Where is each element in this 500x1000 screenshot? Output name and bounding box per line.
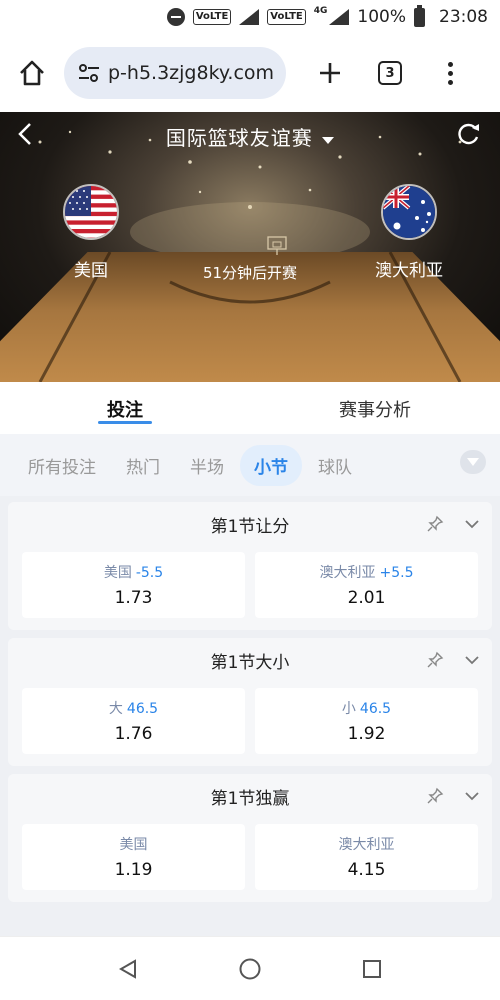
signal-icon-2 [329,9,350,25]
market-card: 第1节独赢 美国 1.19 澳大利亚 4.15 [8,774,492,902]
tab-bets[interactable]: 投注 [0,382,250,434]
option-odds: 1.73 [114,588,153,608]
volte-badge-2: VoLTE [267,9,306,25]
option-name: 小 [341,701,356,717]
option-odds: 4.15 [347,860,386,880]
nav-home-button[interactable] [237,956,263,982]
option-odds: 1.76 [114,724,153,744]
more-vert-icon[interactable] [420,34,480,112]
home-button[interactable] [0,34,64,112]
main-tabs: 投注 赛事分析 [0,382,500,434]
usa-flag-icon [63,184,119,240]
bet-option[interactable]: 美国 1.19 [22,824,245,890]
filter-all-bets[interactable]: 所有投注 [14,445,110,486]
bet-option[interactable]: 澳大利亚 4.15 [255,824,478,890]
expand-filters-button[interactable] [460,450,486,474]
option-name: 大 [108,701,123,717]
match-title-dropdown[interactable]: 国际篮球友谊赛 [0,122,500,151]
status-bar: VoLTE VoLTE 4G 100% 23:08 [0,0,500,34]
home-icon [20,60,44,86]
option-odds: 1.92 [347,724,386,744]
option-line: 46.5 [359,701,392,717]
chevron-down-icon[interactable] [464,516,480,532]
browser-toolbar: p-h5.3zjg8ky.com 3 [0,34,500,112]
square-recents-icon [363,959,381,978]
chevron-down-icon[interactable] [464,652,480,668]
filter-popular[interactable]: 热门 [112,445,174,486]
refresh-button[interactable] [454,120,482,148]
market-options: 大 46.5 1.76 小 46.5 1.92 [8,682,492,766]
australia-flag-icon [381,184,437,240]
bet-option[interactable]: 大 46.5 1.76 [22,688,245,754]
option-line: +5.5 [379,565,414,581]
battery-percent: 100% [357,7,406,27]
signal-icon [239,9,260,25]
tab-match-analysis[interactable]: 赛事分析 [250,382,500,434]
filter-quarter[interactable]: 小节 [240,444,302,486]
refresh-icon [458,123,479,145]
filter-team[interactable]: 球队 [304,445,366,486]
bet-option[interactable]: 美国 -5.5 1.73 [22,552,245,618]
caret-down-icon [322,136,335,144]
nav-recents-button[interactable] [359,956,385,982]
option-odds: 1.19 [114,860,153,880]
clock: 23:08 [439,7,488,27]
triangle-back-icon [118,958,136,979]
markets-list: 第1节让分 美国-5.5 1.73 澳大利亚+5.5 2.01 第1节大小 [0,496,500,936]
market-options: 美国 -5.5 1.73 澳大利亚 +5.5 2.01 [8,546,492,630]
pin-icon[interactable] [426,515,444,533]
match-hero: 国际篮球友谊赛 美国 51分钟后开赛 澳大利亚 [0,112,500,382]
tab-switcher-button[interactable]: 3 [360,34,420,112]
chevron-down-icon[interactable] [464,788,480,804]
new-tab-button[interactable] [300,34,360,112]
away-team: 澳大利亚 [354,184,464,281]
match-title: 国际篮球友谊赛 [165,126,313,150]
option-name: 澳大利亚 [338,837,395,853]
pin-icon[interactable] [426,787,444,805]
market-title: 第1节独赢 [210,788,290,809]
market-filters: 所有投注 热门 半场 小节 球队 [0,434,500,496]
market-header[interactable]: 第1节大小 [8,638,492,682]
pin-icon[interactable] [426,651,444,669]
url-bar[interactable]: p-h5.3zjg8ky.com [64,47,286,99]
filter-half[interactable]: 半场 [176,445,238,486]
nav-back-button[interactable] [115,956,141,982]
volte-badge: VoLTE [192,9,232,25]
tabs-icon: 3 [378,61,402,85]
battery-icon [414,4,425,27]
market-header[interactable]: 第1节独赢 [8,774,492,818]
market-options: 美国 1.19 澳大利亚 4.15 [8,818,492,902]
option-line: 46.5 [126,701,159,717]
market-header[interactable]: 第1节让分 [8,502,492,546]
option-name: 美国 [119,837,148,853]
circle-home-icon [239,958,261,979]
market-title: 第1节让分 [210,516,290,537]
option-name: 澳大利亚 [319,565,376,581]
basketball-hoop-icon [267,236,287,255]
option-odds: 2.01 [347,588,386,608]
market-card: 第1节让分 美国 -5.5 1.73 澳大利亚 +5.5 2.01 [8,502,492,630]
option-name: 美国 [103,565,132,581]
plus-icon [320,63,340,83]
system-nav-bar [0,936,500,1000]
chevron-down-icon [467,458,479,466]
market-title: 第1节大小 [210,652,290,673]
url-text[interactable]: p-h5.3zjg8ky.com [108,62,274,84]
bet-option[interactable]: 澳大利亚 +5.5 2.01 [255,552,478,618]
network-4g-label: 4G [313,6,328,16]
option-line: -5.5 [135,565,164,581]
do-not-disturb-icon [166,8,185,26]
tune-icon[interactable] [78,63,100,83]
away-team-name: 澳大利亚 [375,261,443,281]
bet-option[interactable]: 小 46.5 1.92 [255,688,478,754]
market-card: 第1节大小 大 46.5 1.76 小 46.5 1.92 [8,638,492,766]
